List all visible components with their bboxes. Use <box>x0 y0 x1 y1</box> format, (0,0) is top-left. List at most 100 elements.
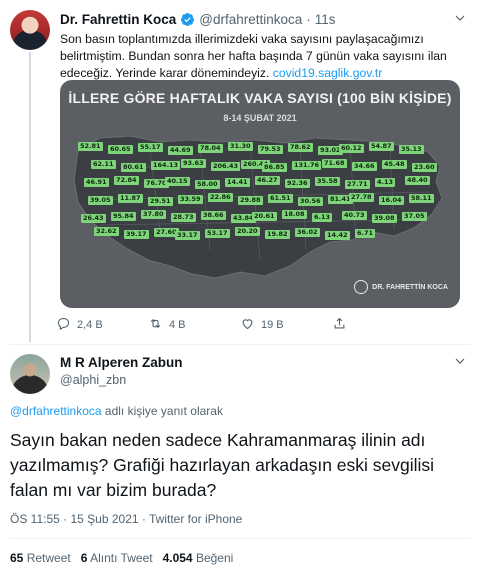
map-value-label: 38.66 <box>201 211 226 220</box>
map-value-label: 37.80 <box>141 210 166 219</box>
map-value-label: 33.59 <box>178 195 203 204</box>
reply-author-handle[interactable]: @alphi_zbn <box>60 373 126 387</box>
heart-icon <box>240 316 255 334</box>
tweet-text-line: Son basın toplantımızda illerimizdeki va… <box>60 32 424 46</box>
map-value-label: 79.53 <box>258 145 283 154</box>
map-value-label: 29.88 <box>238 196 263 205</box>
map-value-label: 62.11 <box>91 160 116 169</box>
map-value-label: 30.56 <box>298 197 323 206</box>
stats-divider <box>10 538 470 539</box>
map-value-label: 20.61 <box>252 212 277 221</box>
media-logo-text: DR. FAHRETTİN KOCA <box>372 283 448 291</box>
map-value-label: 92.36 <box>285 179 310 188</box>
map-value-label: 29.51 <box>148 197 173 206</box>
map-value-label: 16.04 <box>379 196 404 205</box>
thread-connector-line <box>29 52 31 342</box>
map-value-label: 78.62 <box>288 143 313 152</box>
quote-stat[interactable]: 6 Alıntı Tweet <box>81 551 153 565</box>
tweet-timestamp-source[interactable]: ÖS 11:55 · 15 Şub 2021 · Twitter for iPh… <box>10 512 242 526</box>
map-value-label: 6.71 <box>355 229 376 238</box>
map-value-label: 206.43 <box>211 162 241 171</box>
map-value-label: 39.17 <box>124 230 149 239</box>
map-value-label: 37.05 <box>402 212 427 221</box>
reply-author-name[interactable]: M R Alperen Zabun <box>60 355 183 370</box>
retweet-count: 4 B <box>169 319 186 331</box>
share-icon <box>332 316 347 334</box>
map-value-label: 36.02 <box>295 228 320 237</box>
map-value-label: 19.82 <box>265 230 290 239</box>
map-value-label: 55.17 <box>138 143 163 152</box>
map-value-label: 18.08 <box>282 210 307 219</box>
map-value-label: 46.91 <box>84 178 109 187</box>
replying-to-suffix: adlı kişiye yanıt olarak <box>101 404 223 418</box>
like-stat[interactable]: 4.054 Beğeni <box>163 551 234 565</box>
map-value-label: 131.76 <box>292 161 322 170</box>
retweet-button[interactable]: 4 B <box>148 316 240 334</box>
map-value-label: 32.62 <box>94 227 119 236</box>
map-value-label: 93.63 <box>181 159 206 168</box>
tweet-media-image[interactable]: İLLERE GÖRE HAFTALIK VAKA SAYISI (100 Bİ… <box>60 80 460 308</box>
map-value-label: 54.87 <box>369 142 394 151</box>
map-value-label: 60.65 <box>108 145 133 154</box>
map-value-label: 26.43 <box>81 214 106 223</box>
map-value-label: 45.48 <box>382 160 407 169</box>
map-value-label: 14.41 <box>225 178 250 187</box>
tweet-link[interactable]: covid19.saglik.gov.tr <box>273 66 383 80</box>
tweet-action-bar: 2,4 B 4 B 19 B <box>56 316 456 334</box>
tweet-time[interactable]: 11s <box>315 12 336 27</box>
map-value-label: 6.13 <box>312 213 333 222</box>
tweet-text-line: edeceğiz. Yerinde karar dönemindeyiz. <box>60 66 270 80</box>
map-value-label: 23.60 <box>412 163 437 172</box>
map-value-label: 33.17 <box>175 231 200 240</box>
reply-icon <box>56 316 71 334</box>
map-value-label: 28.73 <box>171 213 196 222</box>
map-value-label: 61.51 <box>268 194 293 203</box>
media-logo: DR. FAHRETTİN KOCA <box>354 280 448 294</box>
map-value-label: 60.12 <box>339 144 364 153</box>
map-value-label: 95.84 <box>111 212 136 221</box>
map-value-label: 22.86 <box>208 193 233 202</box>
map-value-label: 40.15 <box>165 177 190 186</box>
reply-more-options-chevron-icon[interactable] <box>454 355 466 370</box>
map-value-label: 48.40 <box>405 176 430 185</box>
map-value-label: 20.20 <box>235 227 260 236</box>
map-value-label: 27.71 <box>345 180 370 189</box>
map-value-label: 27.78 <box>349 193 374 202</box>
more-options-chevron-icon[interactable] <box>454 12 466 27</box>
map-value-label: 4.13 <box>375 178 396 187</box>
author-avatar[interactable] <box>10 10 50 50</box>
map-value-label: 71.68 <box>322 159 347 168</box>
replying-to-line: @drfahrettinkoca adlı kişiye yanıt olara… <box>10 404 223 418</box>
tweet-stats: 65 Retweet 6 Alıntı Tweet 4.054 Beğeni <box>10 551 233 565</box>
map-value-label: 35.58 <box>315 177 340 186</box>
parent-tweet-header: Dr. Fahrettin Koca @drfahrettinkoca · 11… <box>60 12 336 27</box>
map-value-label: 164.13 <box>151 161 181 170</box>
map-value-label: 39.08 <box>372 214 397 223</box>
map-value-label: 11.87 <box>118 194 143 203</box>
retweet-icon <box>148 316 163 334</box>
map-value-label: 14.42 <box>325 231 350 240</box>
map-value-label: 52.81 <box>78 142 103 151</box>
map-value-label: 78.04 <box>198 144 223 153</box>
reply-count: 2,4 B <box>77 319 103 331</box>
reply-author-avatar[interactable] <box>10 354 50 394</box>
separator-dot: · <box>306 12 311 27</box>
map-value-label: 35.13 <box>399 145 424 154</box>
author-handle[interactable]: @drfahrettinkoca <box>199 12 302 27</box>
retweet-stat[interactable]: 65 Retweet <box>10 551 71 565</box>
map-value-label: 34.66 <box>352 162 377 171</box>
verified-badge-icon <box>180 12 195 27</box>
tweet-text-line: belirtmiştim. Bundan sonra her hafta baş… <box>60 49 447 63</box>
author-name[interactable]: Dr. Fahrettin Koca <box>60 12 176 27</box>
like-button[interactable]: 19 B <box>240 316 332 334</box>
map-value-label: 53.17 <box>205 229 230 238</box>
reply-button[interactable]: 2,4 B <box>56 316 148 334</box>
map-value-label: 58.11 <box>409 194 434 203</box>
parent-tweet-text: Son basın toplantımızda illerimizdeki va… <box>60 31 460 82</box>
map-value-label: 46.27 <box>255 176 280 185</box>
map-value-label: 39.05 <box>88 196 113 205</box>
map-value-label: 58.00 <box>195 180 220 189</box>
map-value-label: 44.69 <box>168 146 193 155</box>
replying-to-handle[interactable]: @drfahrettinkoca <box>10 404 102 418</box>
share-button[interactable] <box>332 316 424 334</box>
